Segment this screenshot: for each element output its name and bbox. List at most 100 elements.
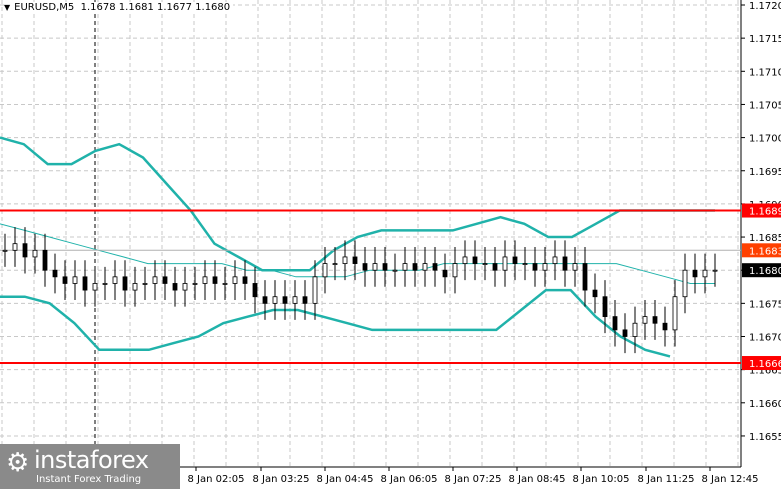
price-marker-label: 1.1666 [749, 359, 781, 370]
price-candle [22, 243, 28, 258]
price-candle [422, 263, 428, 271]
price-candle [352, 256, 358, 264]
price-candle [102, 283, 108, 285]
price-candle [142, 283, 148, 285]
price-candle [302, 296, 308, 304]
price-candle [172, 283, 178, 291]
price-tick-label: 1.1660 [749, 399, 781, 410]
price-tick-label: 1.1700 [749, 134, 781, 145]
price-marker-label: 1.1680 [749, 266, 781, 277]
price-marker-label: 1.1683 [749, 246, 781, 257]
price-candle [572, 263, 578, 271]
price-candle [702, 269, 708, 278]
price-candle [252, 283, 258, 298]
time-tick-label: 8 Jan 10:05 [573, 474, 630, 485]
price-candle [232, 276, 238, 284]
price-tick-label: 1.1695 [749, 167, 781, 178]
price-candle [622, 329, 628, 337]
price-candle [222, 283, 228, 285]
price-candle [552, 256, 558, 264]
price-candle [242, 276, 248, 284]
price-candle [272, 296, 278, 304]
price-candle [532, 263, 538, 271]
price-candle [262, 296, 268, 304]
price-marker-label: 1.1689 [749, 207, 781, 218]
logo-tagline: Instant Forex Trading [36, 474, 142, 485]
ohlc-values: 1.1678 1.1681 1.1677 1.1680 [80, 2, 231, 13]
price-candle [82, 276, 88, 291]
time-tick-label: 8 Jan 03:25 [253, 474, 310, 485]
price-candle [52, 269, 58, 278]
time-tick-label: 8 Jan 06:05 [381, 474, 438, 485]
logo-brand: instaforex [34, 446, 149, 474]
time-tick-label: 8 Jan 08:45 [509, 474, 566, 485]
price-candle [2, 249, 8, 252]
instaforex-logo: ⚙ instaforex Instant Forex Trading [0, 444, 180, 489]
price-candle [512, 256, 518, 264]
price-candle [372, 263, 378, 271]
price-candle [632, 322, 638, 337]
price-candle [562, 256, 568, 271]
price-tick-label: 1.1710 [749, 67, 781, 78]
price-tick-label: 1.1675 [749, 299, 781, 310]
price-candle [362, 263, 368, 271]
price-candle [12, 243, 18, 251]
price-candle [402, 263, 408, 271]
price-candle [712, 269, 718, 272]
price-tick-label: 1.1705 [749, 100, 781, 111]
price-candle [392, 269, 398, 272]
price-candle [492, 263, 498, 271]
lower-band-line [0, 288, 671, 358]
price-candle [292, 296, 298, 304]
price-candle [212, 276, 218, 284]
price-candle [692, 269, 698, 278]
price-candle [442, 269, 448, 278]
price-candle [122, 276, 128, 291]
price-candle [132, 283, 138, 291]
price-candle [342, 256, 348, 264]
price-candle [182, 283, 188, 291]
price-candle [282, 296, 288, 304]
price-candle [582, 263, 588, 291]
price-candle [602, 296, 608, 318]
price-candle [92, 283, 98, 291]
price-tick-label: 1.1715 [749, 34, 781, 45]
price-candle [462, 256, 468, 264]
price-candle [62, 276, 68, 284]
price-candle [652, 316, 658, 324]
gear-icon: ⚙ [6, 448, 30, 478]
price-candle [592, 289, 598, 298]
price-candle [542, 263, 548, 271]
chart-title: ▼ EURUSD,M5 1.1678 1.1681 1.1677 1.1680 [4, 2, 234, 13]
price-tick-label: 1.1655 [749, 432, 781, 443]
price-candle [312, 276, 318, 304]
middle-band-line [0, 223, 715, 284]
price-candle [682, 269, 688, 298]
time-tick-label: 8 Jan 04:45 [317, 474, 374, 485]
price-candle [382, 263, 388, 271]
time-tick-label: 8 Jan 07:25 [445, 474, 502, 485]
price-candle [522, 263, 528, 265]
price-candle [322, 263, 328, 278]
price-candle [452, 263, 458, 278]
price-candle [112, 276, 118, 284]
price-candle [672, 296, 678, 331]
dropdown-triangle-icon[interactable]: ▼ [4, 3, 10, 12]
price-candle [482, 263, 488, 265]
price-tick-label: 1.1720 [749, 1, 781, 12]
price-candle [202, 276, 208, 284]
price-candle [32, 249, 38, 258]
price-candle [472, 256, 478, 264]
price-tick-label: 1.1670 [749, 333, 781, 344]
price-candle [152, 276, 158, 284]
time-tick-label: 8 Jan 12:45 [702, 474, 759, 485]
price-candle [662, 322, 668, 331]
price-candle [42, 249, 48, 271]
price-candle [72, 276, 78, 284]
price-candle [502, 256, 508, 271]
price-candle [612, 316, 618, 331]
symbol-label: EURUSD,M5 [14, 2, 75, 13]
price-candle [432, 263, 438, 271]
price-tick-label: 1.1685 [749, 233, 781, 244]
price-chart[interactable]: 1.1720 1.1715 1.1710 1.1705 1.1700 1.1695 1.16… [0, 0, 781, 489]
